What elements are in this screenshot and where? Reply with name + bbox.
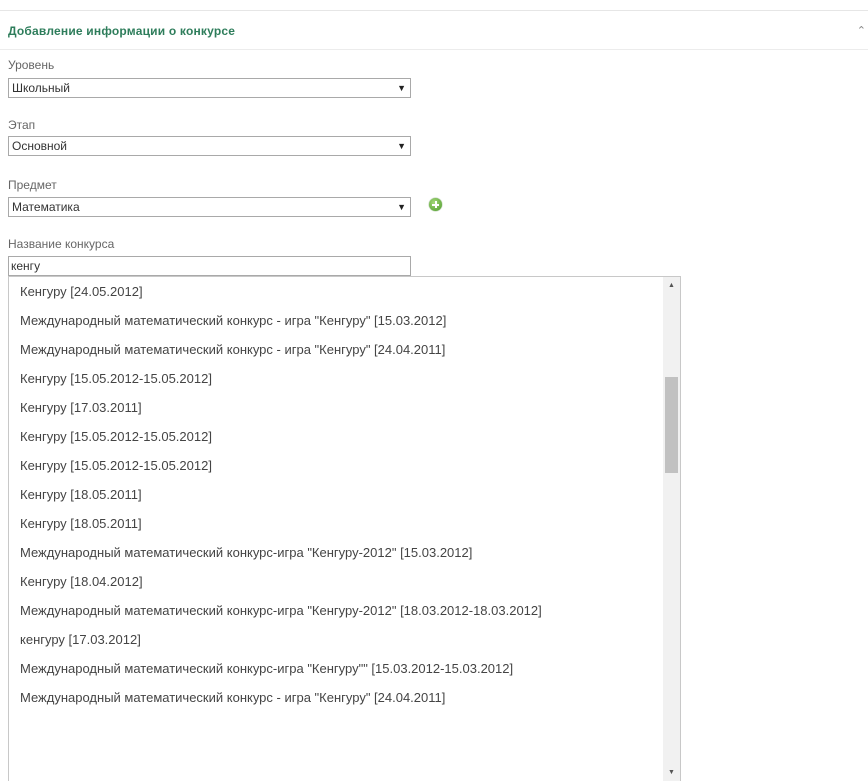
subject-select-value: Математика	[12, 200, 80, 214]
suggestion-item[interactable]: Кенгуру [15.05.2012-15.05.2012]	[9, 451, 661, 480]
dropdown-arrow-icon: ▼	[397, 141, 406, 151]
suggestion-item[interactable]: кенгуру [17.03.2012]	[9, 625, 661, 654]
level-select-value: Школьный	[12, 81, 71, 95]
suggestion-item[interactable]: Международный математический конкурс - и…	[9, 335, 661, 364]
suggestion-item[interactable]: Международный математический конкурс - и…	[9, 306, 661, 335]
dropdown-arrow-icon: ▼	[397, 83, 406, 93]
add-subject-icon[interactable]	[429, 198, 442, 211]
suggestion-item[interactable]: Кенгуру [24.05.2012]	[9, 277, 661, 306]
suggestion-list: Кенгуру [24.05.2012] Международный матема…	[9, 277, 661, 712]
dropdown-arrow-icon: ▼	[397, 202, 406, 212]
suggestion-item[interactable]: Кенгуру [18.04.2012]	[9, 567, 661, 596]
scroll-up-icon[interactable]: ▲	[663, 277, 680, 294]
autocomplete-dropdown: Кенгуру [24.05.2012] Международный матема…	[8, 276, 681, 781]
scroll-down-icon[interactable]: ▼	[663, 764, 680, 781]
suggestion-item[interactable]: Международный математический конкурс-игр…	[9, 538, 661, 567]
subject-label: Предмет	[8, 178, 57, 192]
suggestion-item[interactable]: Международный математический конкурс - и…	[9, 683, 661, 712]
level-label: Уровень	[8, 58, 55, 72]
collapse-icon[interactable]: ⌃	[857, 24, 866, 37]
contest-name-label: Название конкурса	[8, 237, 115, 251]
suggestion-item[interactable]: Кенгуру [18.05.2011]	[9, 480, 661, 509]
scroll-thumb[interactable]	[665, 377, 678, 473]
suggestion-item[interactable]: Кенгуру [15.05.2012-15.05.2012]	[9, 422, 661, 451]
contest-name-input[interactable]: кенгу	[8, 256, 411, 276]
contest-name-value: кенгу	[11, 259, 41, 273]
panel-title: Добавление информации о конкурсе	[8, 24, 236, 38]
stage-select[interactable]: Основной ▼	[8, 136, 411, 156]
suggestion-item[interactable]: Международный математический конкурс-игр…	[9, 654, 661, 683]
suggestion-item[interactable]: Кенгуру [15.05.2012-15.05.2012]	[9, 364, 661, 393]
subject-select[interactable]: Математика ▼	[8, 197, 411, 217]
suggestion-item[interactable]: Кенгуру [17.03.2011]	[9, 393, 661, 422]
suggestion-item[interactable]: Международный математический конкурс-игр…	[9, 596, 661, 625]
stage-label: Этап	[8, 118, 36, 132]
suggestion-item[interactable]: Кенгуру [18.05.2011]	[9, 509, 661, 538]
scrollbar[interactable]: ▲ ▼	[663, 277, 680, 781]
level-select[interactable]: Школьный ▼	[8, 78, 411, 98]
panel-header: Добавление информации о конкурсе ⌃	[0, 10, 868, 50]
stage-select-value: Основной	[12, 139, 68, 153]
